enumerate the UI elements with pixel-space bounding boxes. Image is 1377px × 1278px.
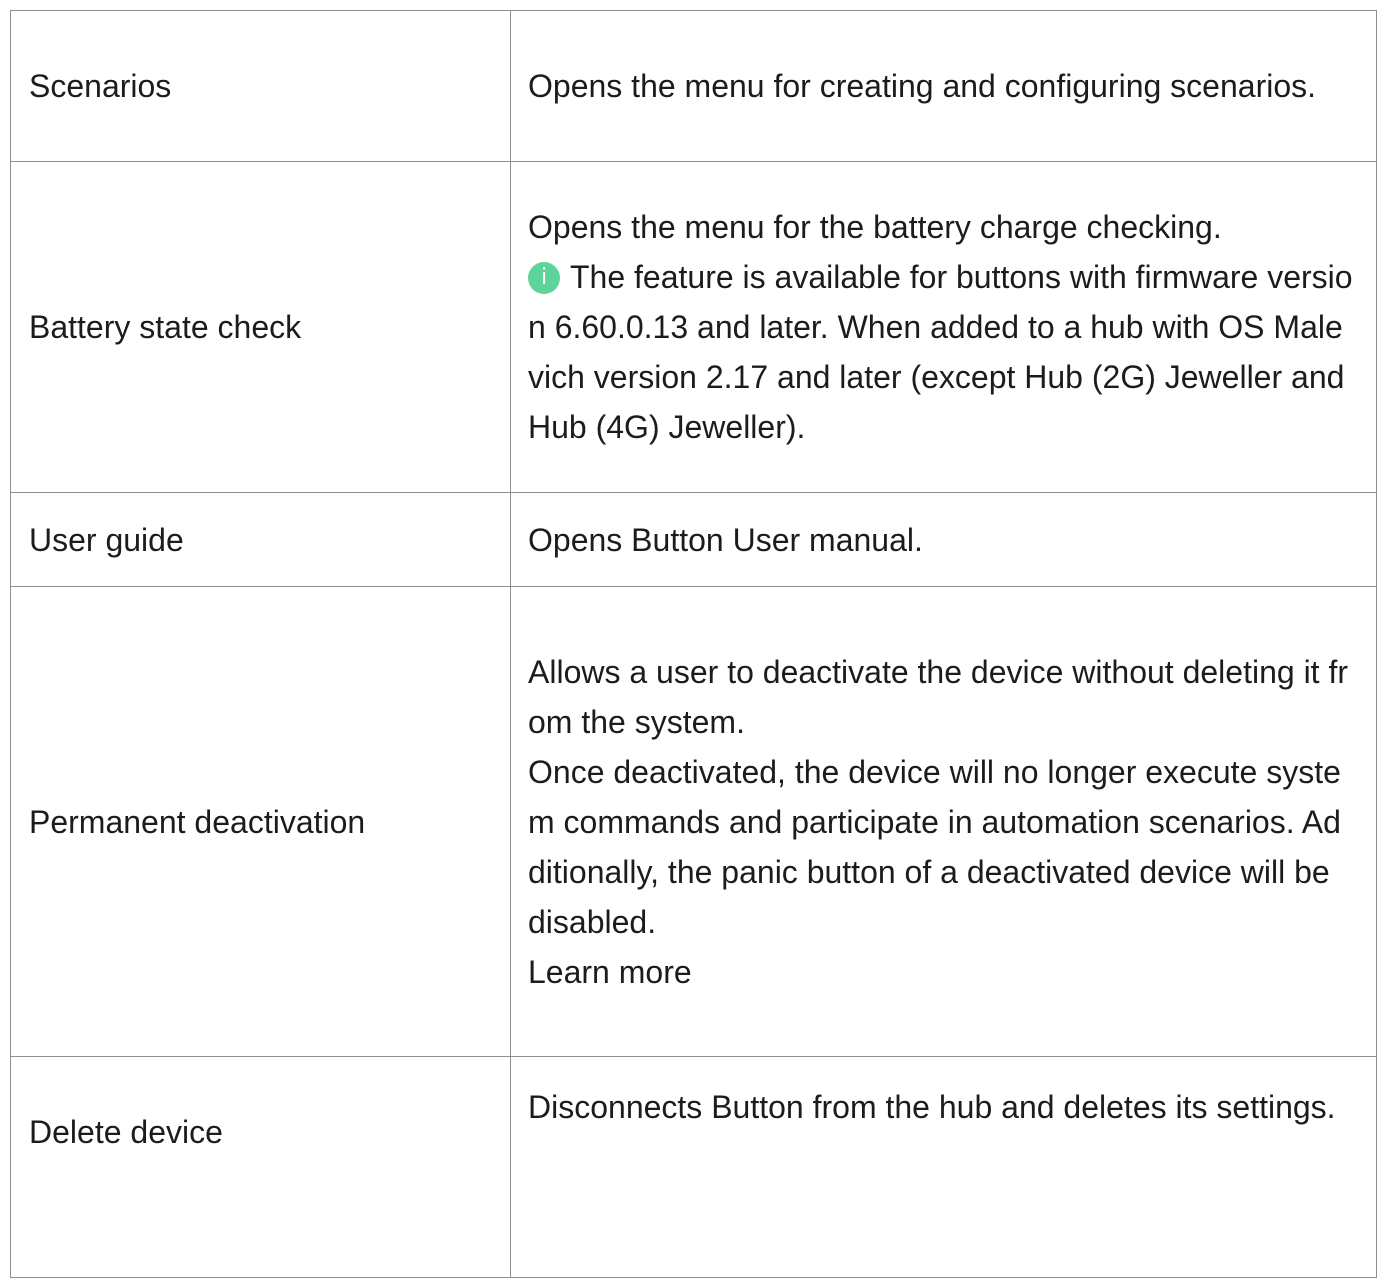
setting-description: Disconnects Button from the hub and dele… <box>510 1056 1377 1278</box>
setting-name: Permanent deactivation <box>10 586 511 1057</box>
setting-description: Opens the menu for the battery charge ch… <box>510 161 1377 493</box>
learn-more-link[interactable]: Learn more <box>528 947 1354 997</box>
description-text: Once deactivated, the device will no lon… <box>528 753 1341 940</box>
setting-description: Allows a user to deactivate the device w… <box>510 586 1377 1057</box>
info-note-text: The feature is available for buttons wit… <box>528 259 1353 445</box>
setting-description: Opens Button User manual. <box>510 492 1377 587</box>
description-text: Disconnects Button from the hub and dele… <box>528 1089 1336 1125</box>
table-row-permanent-deactivation: Permanent deactivation Allows a user to … <box>10 586 1377 1057</box>
description-text: Opens the menu for creating and configur… <box>528 68 1317 104</box>
table-row-scenarios: Scenarios Opens the menu for creating an… <box>10 10 1377 162</box>
table-row-delete-device: Delete device Disconnects Button from th… <box>10 1056 1377 1278</box>
info-circle-icon: i <box>528 262 560 294</box>
setting-name: Battery state check <box>10 161 511 493</box>
description-text: Opens Button User manual. <box>528 521 923 558</box>
setting-name: User guide <box>10 492 511 587</box>
setting-description: Opens the menu for creating and configur… <box>510 10 1377 162</box>
info-note: i The feature is available for buttons wi… <box>528 252 1354 452</box>
settings-table: Scenarios Opens the menu for creating an… <box>10 10 1377 1278</box>
setting-name: Scenarios <box>10 10 511 162</box>
setting-name: Delete device <box>10 1056 511 1278</box>
description-text: Allows a user to deactivate the device w… <box>528 653 1348 740</box>
description-text: Opens the menu for the battery charge ch… <box>528 209 1222 245</box>
table-row-battery-state-check: Battery state check Opens the menu for t… <box>10 161 1377 493</box>
table-row-user-guide: User guide Opens Button User manual. <box>10 492 1377 587</box>
